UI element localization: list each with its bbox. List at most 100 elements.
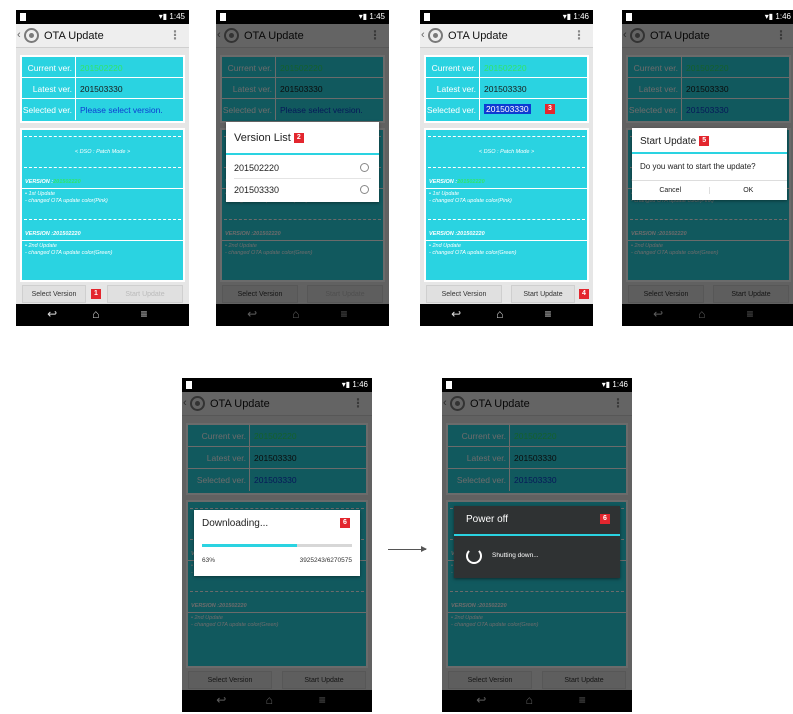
release-note-line: • 2nd Update [25,243,57,250]
version-option[interactable]: 201502220 [234,157,371,179]
latest-version-row: Latest ver. 201503330 [22,78,183,99]
radio-button[interactable] [360,185,369,194]
version-number: 201502220 [53,179,81,185]
download-progress-dialog: Downloading... 6 63% 3925243/6270575 [194,510,360,576]
dialog-actions: Cancel OK [632,180,787,200]
version-option-label: 201503330 [234,185,280,195]
version-prefix: VERSION : [429,179,458,185]
release-note-line: - changed OTA update color(Pink) [25,198,108,205]
wifi-battery-icon: ▾▮ [158,12,170,21]
selected-version-row: Selected ver. Please select version. [22,99,183,120]
start-update-button[interactable]: Start Update [107,285,183,303]
step-badge-5: 5 [699,136,710,147]
download-progress-fill [202,544,297,547]
current-version-value: 201502220 [80,63,123,73]
notification-icon [446,381,452,389]
release-note-item: • 2nd Update- changed OTA update color(G… [22,241,183,259]
mode-label: < DSO : Patch Mode > [74,149,131,155]
up-arrow-icon[interactable]: ‹ [421,29,425,41]
phone-screen-1: ▾▮ 1:45 ‹ OTA Update ⋮ Current ver. 2015… [16,10,189,326]
notification-icon [186,381,192,389]
divider [428,219,585,221]
status-bar: ▾▮ 1:46 [420,10,593,24]
dialog-message: Shutting down... [492,552,539,559]
home-icon[interactable]: ⌂ [92,307,99,321]
phone-screen-3: ▾▮ 1:46 ‹ OTA Update ⋮ Current ver. 2015… [420,10,593,326]
current-version-row: Current ver. 201502220 [22,57,183,78]
select-version-button[interactable]: Select Version [22,285,86,303]
step-badge-6: 6 [340,518,350,528]
radio-button[interactable] [360,163,369,172]
version-list-dialog: Version List 2 201502220 201503330 [226,122,379,202]
navigation-bar: ↩ ⌂ ≡ [16,304,189,326]
dialog-title: Version List [234,132,291,144]
phone-screen-5: ▾▮ 1:46 ‹ OTA Update ⋮ Current ver. 2015… [182,378,372,712]
step-badge-4: 4 [579,289,589,299]
up-arrow-icon[interactable]: ‹ [17,29,21,41]
release-note-item: • 2nd Update- changed OTA update color(G… [426,241,587,259]
gear-icon [24,28,39,43]
step-badge-3: 3 [545,104,555,114]
version-heading: VERSION :201502220 [426,226,587,242]
cancel-button[interactable]: Cancel [632,187,710,194]
release-note-item: • 1st Update- changed OTA update color(P… [22,189,183,207]
ok-button[interactable]: OK [710,187,788,194]
dialog-title-divider [632,152,787,154]
release-notes-panel: < DSO : Patch Mode > VERSION :201502220 … [424,128,589,282]
wifi-battery-icon: ▾▮ [562,12,574,21]
download-bytes: 3925243/6270575 [299,557,352,564]
status-time: 1:46 [775,12,791,21]
latest-version-row: Latest ver. 201503330 [426,78,587,99]
main-content: Current ver. 201502220 Latest ver. 20150… [16,48,189,284]
step-badge-2: 2 [293,133,304,144]
current-version-value: 201502220 [484,63,527,73]
selected-version-row: Selected ver. 201503330 3 [426,99,587,120]
overflow-menu-icon[interactable]: ⋮ [573,28,585,42]
back-icon[interactable]: ↩ [451,307,461,321]
status-bar: ▾▮ 1:46 [182,378,372,392]
dialog-title: Downloading... [202,518,269,529]
step-badge-1: 1 [91,289,101,299]
phone-screen-2: ▾▮ 1:45 ‹ OTA Update ⋮ Current ver. 2015… [216,10,389,326]
selected-version-label: Selected ver. [426,99,480,120]
mode-label: < DSO : Patch Mode > [478,149,535,155]
recents-icon[interactable]: ≡ [141,307,148,321]
status-bar: ▾▮ 1:45 [216,10,389,24]
download-percent: 63% [202,557,216,564]
latest-version-label: Latest ver. [426,78,480,98]
version-heading: VERSION :201502220 [426,174,587,189]
download-progress-bar [202,544,352,547]
version-option[interactable]: 201503330 [234,179,371,201]
home-icon[interactable]: ⌂ [496,307,503,321]
release-note-line: - changed OTA update color(Green) [429,250,517,257]
recents-icon[interactable]: ≡ [545,307,552,321]
dialog-title-divider [454,534,620,536]
start-update-button[interactable]: Start Update [511,285,575,303]
status-time: 1:46 [612,380,628,389]
latest-version-value: 201503330 [80,84,123,94]
back-icon[interactable]: ↩ [47,307,57,321]
app-title: OTA Update [44,30,104,42]
status-time: 1:46 [352,380,368,389]
release-note-line: • 1st Update [429,191,460,197]
status-bar: ▾▮ 1:46 [622,10,793,24]
wifi-battery-icon: ▾▮ [764,12,776,21]
wifi-battery-icon: ▾▮ [341,380,353,389]
status-time: 1:45 [369,12,385,21]
version-number: 201502220 [457,179,485,185]
selected-version-label: Selected ver. [22,99,76,120]
power-off-dialog: Power off 6 Shutting down... [454,506,620,578]
version-prefix: VERSION : [25,179,54,185]
overflow-menu-icon[interactable]: ⋮ [169,28,181,42]
version-info-table: Current ver. 201502220 Latest ver. 20150… [424,55,589,123]
release-note-line: • 2nd Update [429,243,461,250]
release-notes-panel: < DSO : Patch Mode > VERSION :201502220 … [20,128,185,282]
action-bar: ‹ OTA Update ⋮ [420,24,593,48]
select-version-button[interactable]: Select Version [426,285,502,303]
start-update-dialog: Start Update 5 Do you want to start the u… [632,128,787,200]
selected-version-value: Please select version. [80,105,163,115]
dialog-title: Power off [466,514,509,525]
divider [428,167,585,168]
current-version-label: Current ver. [426,57,480,77]
app-title: OTA Update [448,30,508,42]
